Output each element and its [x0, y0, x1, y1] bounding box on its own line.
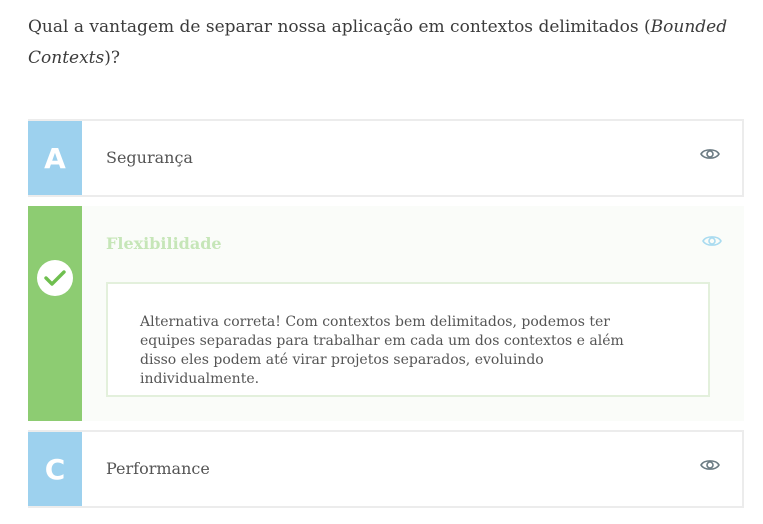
- alternative-label-c: Performance: [106, 459, 210, 478]
- alternative-c[interactable]: C Performance: [28, 430, 744, 508]
- question-text-start: Qual a vantagem de separar nossa aplicaç…: [28, 17, 651, 37]
- explanation-box: Alternativa correta! Com contextos bem d…: [106, 282, 710, 397]
- alternative-a[interactable]: A Segurança: [28, 119, 744, 197]
- alternative-label-a: Segurança: [106, 148, 193, 167]
- alternative-letter-c: C: [28, 432, 82, 506]
- question-text-end: )?: [104, 48, 120, 68]
- alternative-letter-a: A: [28, 121, 82, 195]
- alternative-letter-b-correct: [28, 206, 82, 421]
- check-icon: [37, 259, 73, 296]
- alternative-b[interactable]: Flexibilidade Alternativa correta! Com c…: [28, 206, 744, 421]
- eye-icon[interactable]: [702, 234, 722, 248]
- question-text: Qual a vantagem de separar nossa aplicaç…: [28, 12, 728, 74]
- eye-icon[interactable]: [700, 147, 720, 161]
- alternative-label-b: Flexibilidade: [106, 234, 222, 253]
- explanation-text: Alternativa correta! Com contextos bem d…: [140, 314, 624, 387]
- eye-icon[interactable]: [700, 458, 720, 472]
